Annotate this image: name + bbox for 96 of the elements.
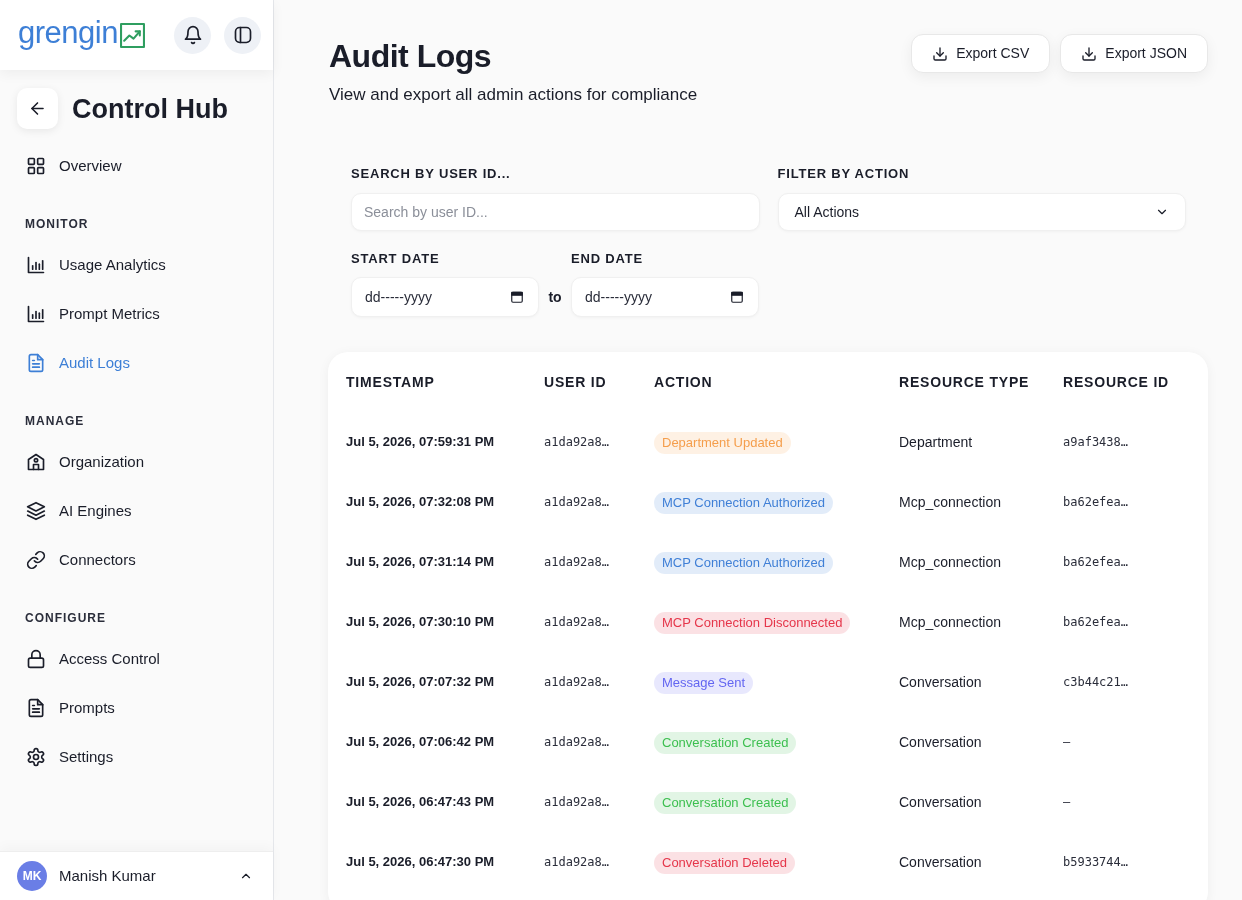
page-subtitle: View and export all admin actions for compliance — [329, 84, 698, 106]
user-id-cell-text: a1da92a8… — [544, 554, 610, 571]
section-label: MANAGE — [25, 413, 85, 429]
resource-id-cell-text: – — [1063, 794, 1071, 811]
action-badge: MCP Connection Authorized — [654, 492, 834, 514]
user-id-cell-text: a1da92a8… — [544, 674, 610, 691]
user-id-cell-text: a1da92a8… — [544, 614, 610, 631]
resource-type-cell-text: Mcp_connection — [899, 492, 1001, 512]
search-field[interactable]: Search by user ID... — [351, 193, 760, 231]
grid-icon — [26, 155, 46, 176]
timestamp-cell-text: Jul 5, 2026, 07:59:31 PM — [346, 433, 495, 452]
resource-id-cell-text: ba62efea… — [1063, 494, 1129, 511]
nav-item[interactable]: Prompt Metrics — [17, 289, 256, 338]
resource-id-cell-text: b5933744… — [1063, 854, 1129, 871]
section-label: MONITOR — [25, 216, 89, 232]
action-badge: Conversation Created — [654, 792, 797, 814]
document-icon — [26, 352, 46, 373]
nav-item[interactable]: Audit Logs — [17, 338, 256, 387]
resource-type-cell-text: Conversation — [899, 792, 982, 812]
resource-type-cell-text: Department — [899, 432, 973, 452]
bar-chart-icon — [26, 303, 46, 324]
resource-id-cell-text: c3b44c21… — [1063, 674, 1129, 691]
user-id-cell-text: a1da92a8… — [544, 854, 610, 871]
column-header: ACTION — [654, 372, 713, 392]
nav-item[interactable]: AI Engines — [17, 486, 256, 535]
resource-type-cell-text: Conversation — [899, 732, 982, 752]
link-icon — [26, 549, 46, 570]
lock-icon — [26, 648, 46, 669]
settings-icon — [26, 746, 46, 767]
timestamp-cell-text: Jul 5, 2026, 06:47:30 PM — [346, 853, 495, 872]
layers-icon — [26, 500, 46, 521]
action-badge: MCP Connection Disconnected — [654, 612, 851, 634]
back-button[interactable] — [17, 88, 58, 129]
bell-icon — [182, 25, 203, 45]
resource-type-cell-text: Mcp_connection — [899, 612, 1001, 632]
user-id-cell-text: a1da92a8… — [544, 794, 610, 811]
user-name: Manish Kumar — [59, 865, 156, 886]
section-label: CONFIGURE — [25, 610, 106, 626]
download-icon — [1081, 45, 1098, 62]
action-badge: Department Updated — [654, 432, 791, 454]
user-id-cell-text: a1da92a8… — [544, 494, 610, 511]
export-button[interactable]: Export JSON — [1060, 34, 1208, 73]
field-label: FILTER BY ACTION — [777, 165, 910, 183]
timestamp-cell-text: Jul 5, 2026, 07:31:14 PM — [346, 553, 495, 572]
resource-type-cell-text: Conversation — [899, 852, 982, 872]
calendar-icon — [510, 290, 524, 304]
column-header: USER ID — [544, 372, 607, 392]
document-icon — [26, 697, 46, 718]
avatar: MK — [17, 861, 47, 891]
brand-name: grengin — [18, 15, 118, 52]
resource-id-cell-text: ba62efea… — [1063, 614, 1129, 631]
download-icon — [932, 45, 949, 62]
resource-id-cell-text: – — [1063, 734, 1071, 751]
user-menu[interactable]: MK Manish Kumar — [0, 851, 273, 900]
trend-chart-icon — [119, 22, 145, 48]
building-icon — [26, 451, 46, 472]
action-badge: Conversation Created — [654, 732, 797, 754]
column-header: RESOURCE ID — [1063, 372, 1170, 392]
resource-id-cell-text: a9af3438… — [1063, 434, 1129, 451]
page-title: Audit Logs — [329, 37, 492, 76]
field-label: START DATE — [351, 250, 440, 268]
resource-type-cell-text: Mcp_connection — [899, 552, 1001, 572]
notifications-button[interactable] — [174, 16, 211, 54]
user-id-cell-text: a1da92a8… — [544, 734, 610, 751]
timestamp-cell-text: Jul 5, 2026, 07:06:42 PM — [346, 733, 495, 752]
action-badge: Message Sent — [654, 672, 754, 694]
panel-icon — [232, 25, 253, 45]
resource-id-cell-text: ba62efea… — [1063, 554, 1129, 571]
nav-item[interactable]: Connectors — [17, 535, 256, 584]
bar-chart-icon — [26, 254, 46, 275]
timestamp-cell-text: Jul 5, 2026, 07:07:32 PM — [346, 673, 495, 692]
timestamp-cell-text: Jul 5, 2026, 07:32:08 PM — [346, 493, 495, 512]
calendar-icon — [730, 290, 744, 304]
nav-item[interactable]: Organization — [17, 437, 256, 486]
action-badge: MCP Connection Authorized — [654, 552, 834, 574]
start-date-field[interactable]: dd-----yyyy — [351, 277, 539, 317]
resource-type-cell-text: Conversation — [899, 672, 982, 692]
field-label: END DATE — [571, 250, 643, 268]
column-header: TIMESTAMP — [346, 372, 435, 392]
end-date-field[interactable]: dd-----yyyy — [571, 277, 759, 317]
sidebar-title: Control Hub — [72, 92, 228, 126]
action-filter-select[interactable]: All Actions — [777, 193, 1186, 231]
user-id-cell-text: a1da92a8… — [544, 434, 610, 451]
nav-item[interactable]: Access Control — [17, 634, 256, 683]
nav-item[interactable]: Overview — [17, 141, 256, 190]
export-button[interactable]: Export CSV — [911, 34, 1051, 73]
nav-item[interactable]: Prompts — [17, 683, 256, 732]
sidebar-toggle-button[interactable] — [224, 16, 261, 54]
timestamp-cell-text: Jul 5, 2026, 07:30:10 PM — [346, 613, 495, 632]
timestamp-cell-text: Jul 5, 2026, 06:47:43 PM — [346, 793, 495, 812]
nav-item[interactable]: Settings — [17, 732, 256, 781]
action-badge: Conversation Deleted — [654, 852, 796, 874]
column-header: RESOURCE TYPE — [899, 372, 1030, 392]
nav-item[interactable]: Usage Analytics — [17, 240, 256, 289]
date-range-separator: to — [547, 288, 563, 307]
field-label: SEARCH BY USER ID... — [351, 165, 511, 183]
